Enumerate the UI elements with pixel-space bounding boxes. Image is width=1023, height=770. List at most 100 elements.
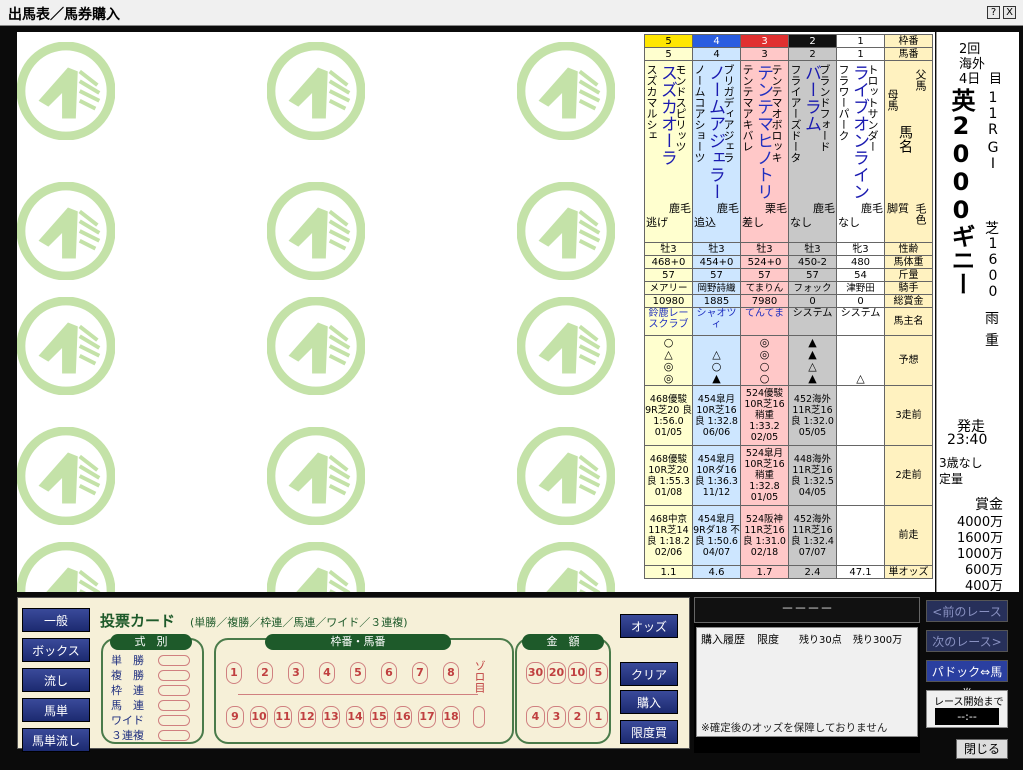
number-button[interactable]: 4 <box>319 662 335 684</box>
number-button[interactable]: 6 <box>381 662 397 684</box>
p1-label: 前走 <box>884 505 933 566</box>
number-button[interactable]: 15 <box>370 706 388 728</box>
owner-label: 馬主名 <box>884 307 933 336</box>
amount-button[interactable]: 4 <box>526 706 545 728</box>
weight-cell: 480 <box>836 255 885 269</box>
umaban-row: 5 4 3 2 1 馬番 <box>644 47 933 61</box>
name-label-cell: 父馬 母馬 馬名 脚質 毛色 <box>884 60 933 243</box>
p3-label: 3走前 <box>884 385 933 446</box>
jockey-row: メアリー 岡野詩織 てまりん フォック 津野田 騎手 <box>644 281 933 295</box>
mother-name: フライアーズドータ <box>789 64 803 163</box>
bet-mode-button[interactable]: 流し <box>22 668 90 692</box>
clear-button[interactable]: クリア <box>620 662 678 686</box>
number-button[interactable]: 7 <box>412 662 428 684</box>
horse-logo-watermark <box>267 542 365 592</box>
amount-button[interactable]: 2 <box>568 706 587 728</box>
horse-logo-watermark <box>17 297 115 395</box>
race-going: 重 <box>985 333 999 349</box>
prev-race-button[interactable]: <前のレース <box>926 600 1008 622</box>
paddock-toggle-button[interactable]: パドック⇔馬券 <box>926 660 1008 701</box>
limit-buy-button[interactable]: 限度買 <box>620 720 678 744</box>
race-surface: 芝 <box>985 221 999 237</box>
race-weather: 雨 <box>985 311 999 327</box>
bet-type-toggle[interactable] <box>158 685 190 696</box>
horse-name-cell: ブランドフォード バーラム フライアーズドータ 鹿毛 なし <box>788 60 837 243</box>
amount-button[interactable]: 3 <box>547 706 566 728</box>
number-button[interactable]: 12 <box>298 706 316 728</box>
race-day: 4日 <box>959 72 981 87</box>
number-button[interactable]: 5 <box>350 662 366 684</box>
umaban-label: 馬番 <box>884 47 933 61</box>
number-button[interactable]: 2 <box>257 662 273 684</box>
number-button[interactable]: 8 <box>443 662 459 684</box>
horse-name-label: 馬名 <box>897 125 913 153</box>
bet-type-toggle[interactable] <box>158 670 190 681</box>
close-window-button[interactable]: X <box>1003 6 1016 19</box>
p2-row: 468優駿 10R芝20 良 1:55.3 01/08 454皐月 10Rダ16 … <box>644 445 933 506</box>
number-button[interactable]: 10 <box>250 706 268 728</box>
zoro-toggle[interactable] <box>473 706 485 728</box>
coat-color: 鹿毛 <box>813 202 835 215</box>
number-button[interactable]: 13 <box>322 706 340 728</box>
bet-type-toggle[interactable] <box>158 730 190 741</box>
earnings-cell: 0 <box>788 294 837 308</box>
prediction-cell: ○ △ ◎ ◎ <box>644 335 693 386</box>
earnings-label: 総賞金 <box>884 294 933 308</box>
bet-mode-button[interactable]: 馬単 <box>22 698 90 722</box>
owner-row: 鈴鹿レー スクラブ シャオツィてんてま システム システム 馬主名 <box>644 307 933 336</box>
owner-cell: 鈴鹿レー スクラブ <box>644 307 693 336</box>
amount-button[interactable]: 20 <box>547 662 566 684</box>
bet-mode-button[interactable]: 馬単流し <box>22 728 90 752</box>
number-button[interactable]: 11 <box>274 706 292 728</box>
past-race-cell: 468優駿 9R芝20 良 1:56.0 01/05 <box>644 385 693 446</box>
number-button[interactable]: 17 <box>418 706 436 728</box>
running-style: なし <box>790 216 812 229</box>
purchase-history-panel: －－－－ 購入履歴 限度 残り30点 残り300万 ※確定後のオッズを保障してお… <box>694 597 920 753</box>
bet-type-toggle[interactable] <box>158 715 190 726</box>
horse-logo-watermark <box>517 542 615 592</box>
kinryo-cell: 57 <box>644 268 693 282</box>
number-button[interactable]: 14 <box>346 706 364 728</box>
waku-number-cell: 1 <box>836 34 885 48</box>
help-button[interactable]: ? <box>987 6 1000 19</box>
past-race-cell: 468優駿 10R芝20 良 1:55.3 01/08 <box>644 445 693 506</box>
past-race-cell: 452海外 11R芝16 良 1:32.4 07/07 <box>788 505 837 566</box>
age-cell: 牡3 <box>692 242 741 256</box>
horse-name-cell: モンドスピリッツ スズカオーラ スズカマルシェ 鹿毛 逃げ <box>644 60 693 243</box>
age-row: 牡3 牡3 牡3 牡3 牝3 性齢 <box>644 242 933 256</box>
number-button[interactable]: 3 <box>288 662 304 684</box>
bet-type-toggle[interactable] <box>158 700 190 711</box>
kinryo-cell: 57 <box>788 268 837 282</box>
number-button[interactable]: 1 <box>226 662 242 684</box>
horse-number-cell: 2 <box>788 47 837 61</box>
amount-button[interactable]: 10 <box>568 662 587 684</box>
number-button[interactable]: 16 <box>394 706 412 728</box>
horse-logo-watermark <box>17 542 115 592</box>
history-list[interactable]: 購入履歴 限度 残り30点 残り300万 ※確定後のオッズを保障しておりません <box>696 627 918 737</box>
close-button[interactable]: 閉じる <box>956 739 1008 759</box>
bet-type-toggle[interactable] <box>158 655 190 666</box>
amount-button[interactable]: 5 <box>589 662 608 684</box>
odds-button[interactable]: オッズ <box>620 614 678 638</box>
prediction-label: 予想 <box>884 335 933 386</box>
odds-cell: 4.6 <box>692 565 741 579</box>
number-button[interactable]: 9 <box>226 706 244 728</box>
owner-cell: システム <box>788 307 837 336</box>
race-distance: 1600 <box>985 236 1001 300</box>
weight-row: 468+0 454+0 524+0 450-2 480 馬体重 <box>644 255 933 269</box>
odds-cell: 2.4 <box>788 565 837 579</box>
bet-mode-button[interactable]: 一般 <box>22 608 90 632</box>
horse-name: テンテマヒノトリ <box>753 64 773 200</box>
odds-label: 単オッズ <box>884 565 933 579</box>
bet-mode-button[interactable]: ボックス <box>22 638 90 662</box>
number-button[interactable]: 18 <box>442 706 460 728</box>
background-pattern <box>17 32 645 592</box>
next-race-button[interactable]: 次のレース> <box>926 630 1008 652</box>
mother-name: フラワーパーク <box>837 64 851 141</box>
horse-logo-watermark <box>17 42 115 140</box>
amount-button[interactable]: 30 <box>526 662 545 684</box>
amount-button[interactable]: 1 <box>589 706 608 728</box>
bet-type-label: 馬 連 <box>111 699 144 712</box>
amount-header: 金 額 <box>522 634 604 650</box>
purchase-button[interactable]: 購入 <box>620 690 678 714</box>
